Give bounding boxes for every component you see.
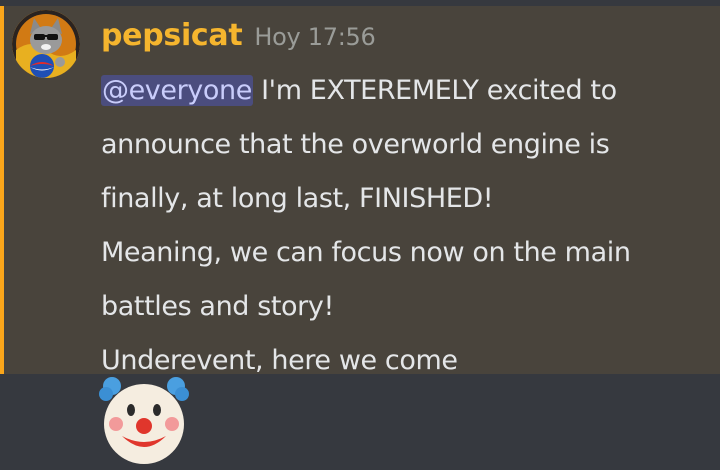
everyone-mention[interactable]: @everyone — [101, 75, 253, 106]
clown-face-icon[interactable] — [98, 374, 190, 466]
username[interactable]: pepsicat — [101, 18, 243, 53]
message-line-text: I'm EXTEREMELY excited to — [252, 75, 617, 106]
message-line: battles and story! — [101, 291, 334, 322]
avatar[interactable] — [12, 10, 80, 78]
message-line: @everyone I'm EXTEREMELY excited to — [101, 70, 713, 124]
message-line: announce that the overworld engine is — [101, 129, 610, 160]
timestamp: Hoy 17:56 — [254, 23, 376, 51]
message-line: finally, at long last, FINISHED! — [101, 183, 494, 214]
message-line: Meaning, we can focus now on the main — [101, 237, 631, 268]
chat-message[interactable]: pepsicat Hoy 17:56 @everyone I'm EXTEREM… — [0, 6, 720, 376]
cat-avatar-icon — [12, 10, 80, 78]
mention-highlight-bar — [0, 6, 4, 374]
message-line: Underevent, here we come — [101, 345, 458, 376]
message-header: pepsicat Hoy 17:56 — [101, 18, 376, 62]
message-content: @everyone I'm EXTEREMELY excited to anno… — [101, 70, 713, 394]
